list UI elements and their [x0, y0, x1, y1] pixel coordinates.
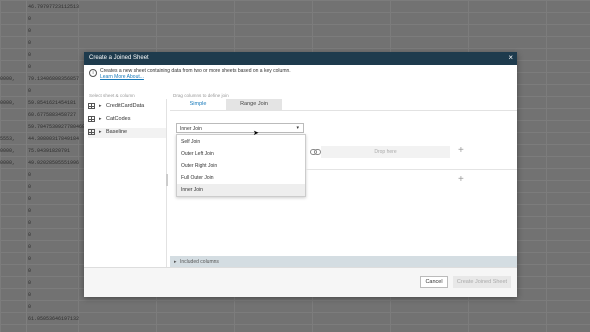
background-cell: 0000,: [0, 148, 16, 154]
caret-right-icon[interactable]: ▸: [99, 103, 102, 109]
background-cell: 0: [28, 184, 32, 190]
add-join-column-plus-icon[interactable]: +: [458, 145, 464, 156]
background-cell: 0: [28, 64, 32, 70]
menu-item-outer-right-join[interactable]: Outer Right Join: [177, 160, 305, 172]
dialog-title: Create a Joined Sheet: [89, 55, 149, 61]
cancel-button[interactable]: Cancel: [420, 276, 448, 288]
column-divider: [26, 0, 27, 332]
menu-item-full-outer-join[interactable]: Full Outer Join: [177, 172, 305, 184]
background-cell: 79.13406808356857: [28, 76, 80, 82]
sheet-item-label: CreditCardData: [106, 103, 145, 109]
join-tabs: Simple Range Join: [170, 99, 282, 111]
mouse-pointer-icon: ➤: [253, 130, 259, 137]
sheet-list: ▸ CreditCardData ▸ CatCodes ▸ Baseline: [84, 99, 167, 267]
learn-more-link[interactable]: Learn More About...: [100, 74, 144, 80]
background-cell: 0: [28, 208, 32, 214]
info-icon: i: [89, 69, 97, 77]
sheet-grid-icon: [88, 103, 95, 109]
sheet-item-creditcarddata[interactable]: ▸ CreditCardData: [88, 102, 166, 112]
background-cell: 44.30800317849184: [28, 136, 80, 142]
background-cell: 0: [28, 16, 32, 22]
background-cell: 0: [28, 28, 32, 34]
sheet-item-label: CatCodes: [106, 116, 131, 122]
background-cell: 60.6775883458727: [28, 112, 77, 118]
background-cell: 59.7047530927780468: [28, 124, 86, 130]
background-cell: 49.02028505551996: [28, 160, 80, 166]
drop-zone[interactable]: Drop here: [321, 146, 450, 158]
join-type-select[interactable]: Inner Join ▾: [176, 123, 304, 133]
included-columns-bar[interactable]: ▸ Included columns: [170, 256, 517, 267]
caret-right-icon: ▸: [174, 259, 177, 265]
background-cell: 0: [28, 244, 32, 250]
dialog-footer: Cancel Create Joined Sheet: [84, 267, 517, 297]
info-banner: i Creates a new sheet containing data fr…: [89, 68, 409, 82]
background-cell: 61.05053646197132: [28, 316, 80, 322]
sheet-item-baseline[interactable]: ▸ Baseline: [88, 128, 166, 138]
menu-item-self-join[interactable]: Self Join: [177, 136, 305, 148]
sheet-grid-icon: [88, 116, 95, 122]
caret-right-icon[interactable]: ▸: [99, 129, 102, 135]
create-joined-sheet-button[interactable]: Create Joined Sheet: [453, 276, 511, 288]
background-cell: 0: [28, 256, 32, 262]
join-type-menu: Self Join Outer Left Join Outer Right Jo…: [176, 134, 306, 197]
close-icon[interactable]: ×: [508, 53, 513, 62]
sheet-grid-icon: [88, 129, 95, 135]
menu-item-inner-join[interactable]: Inner Join: [177, 184, 305, 196]
background-cell: 0: [28, 172, 32, 178]
sheet-item-catcodes[interactable]: ▸ CatCodes: [88, 115, 166, 125]
menu-item-outer-left-join[interactable]: Outer Left Join: [177, 148, 305, 160]
background-cell: 0: [28, 52, 32, 58]
background-cell: 0: [28, 280, 32, 286]
background-cell: 0: [28, 232, 32, 238]
divider: [306, 169, 517, 170]
chevron-down-icon: ▾: [296, 125, 299, 131]
caret-right-icon[interactable]: ▸: [99, 116, 102, 122]
panel-splitter[interactable]: [166, 174, 168, 186]
dialog-titlebar: Create a Joined Sheet ×: [84, 52, 517, 65]
join-type-value: Inner Join: [180, 126, 202, 132]
background-cell: 75.04391820791: [28, 148, 71, 154]
background-cell: 0: [28, 304, 32, 310]
background-cell: 0: [28, 196, 32, 202]
background-cell: 0: [28, 220, 32, 226]
background-cell: 59.8541621454181: [28, 100, 77, 106]
background-cell: 0000,: [0, 160, 16, 166]
background-cell: 0: [28, 292, 32, 298]
background-cell: 0: [28, 40, 32, 46]
tab-range-join[interactable]: Range Join: [226, 99, 282, 110]
link-icon: [310, 149, 321, 155]
tab-underline: [170, 110, 517, 111]
joined-sheet-dialog: Create a Joined Sheet × i Creates a new …: [84, 52, 517, 297]
drag-columns-header: Drag columns to define join: [173, 93, 229, 98]
background-cell: 0000,: [0, 76, 16, 82]
sheet-item-label: Baseline: [106, 129, 128, 135]
background-cell: 5553,: [0, 136, 16, 142]
background-cell: 0: [28, 88, 32, 94]
background-cell: 0: [28, 268, 32, 274]
background-cell: 46.79797723112513: [28, 4, 80, 10]
drop-placeholder: Drop here: [374, 149, 397, 155]
included-columns-label: Included columns: [180, 259, 219, 265]
background-cell: 0000,: [0, 100, 16, 106]
add-join-row-plus-icon[interactable]: +: [458, 174, 464, 185]
select-sheet-header: Select sheet & column: [89, 93, 135, 98]
